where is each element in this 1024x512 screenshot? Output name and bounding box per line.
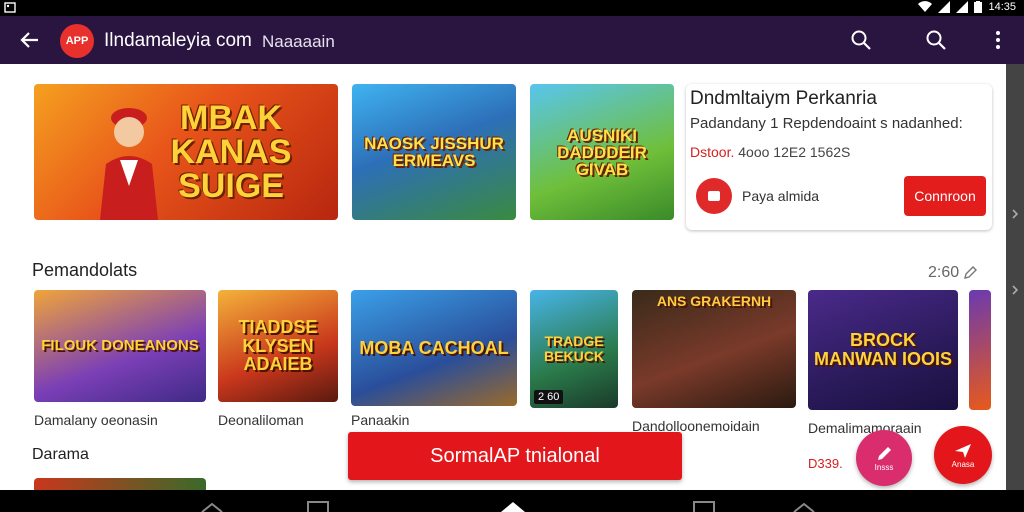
pencil-icon [878,446,891,460]
game-tile-label: Deonaliloman [218,412,304,428]
connect-button[interactable]: Connroon [904,176,986,216]
chevron-right-icon[interactable] [1009,208,1021,220]
featured-banner-2-title: NAOSK JISSHUR ERMEAVS [364,134,504,170]
info-card-title: Dndmltaiym Perkanria [690,88,877,109]
featured-banner-3[interactable]: AUSNIKI DADDDEIR GIVAB [530,84,674,220]
fab-primary-label: Anasa [951,459,975,469]
nav-back-icon[interactable] [200,500,224,512]
signal-icon [938,1,951,13]
featured-banner-1[interactable]: MBAK KANAS SUIGE [34,84,338,220]
app-logo: APP [60,24,94,58]
section-meta-value: 2:60 [928,264,960,281]
game-tile-art-title: FILOUK DONEANONS [41,337,199,355]
tile-badge: 2 60 [534,390,564,404]
search-icon[interactable] [849,28,873,52]
nav-recents-icon[interactable] [306,500,330,512]
main-content: MBAK KANAS SUIGE NAOSK JISSHUR ERMEAVS A… [0,64,1024,490]
info-meta-label: Dstoor. [690,144,735,160]
hero-character-illustration [100,108,158,220]
chevron-right-icon[interactable] [1009,284,1021,296]
info-card-meta: Dstoor. 4ooo 12E2 1562S [690,144,850,160]
primary-cta-button[interactable]: SormalАP tnialonal [348,432,682,480]
info-meta-value: 4ooo 12E2 1562S [738,144,851,160]
info-card-description: Padandany 1 Repdendoaint s nadanhed: [690,115,963,132]
more-vert-icon[interactable] [986,28,1010,52]
game-tile-art-title: BROCK MANWAN IOOIS [814,330,952,369]
game-tile[interactable]: TRADGE BEKUCK 2 60 [530,290,618,408]
system-nav-bar [0,490,1024,512]
game-tile[interactable]: MOBA CACHOAL [351,290,517,406]
game-tile-art-title: ANS GRAKERNH [656,293,772,309]
fab-primary[interactable]: Anasa [934,426,992,484]
game-tile-label: Damalany oeonasin [34,412,158,428]
side-edge-panel [1006,64,1024,490]
notification-icon [4,2,16,13]
search-icon-secondary[interactable] [924,28,948,52]
featured-banner-2[interactable]: NAOSK JISSHUR ERMEAVS [352,84,516,220]
battery-icon [974,1,983,13]
section-title-2: Darama [32,446,89,463]
game-tile[interactable]: BROCK MANWAN IOOIS [808,290,958,410]
section-meta[interactable]: 2:60 [928,264,978,282]
app-bar: APP Ilndamaleyia com Naaaaain [0,16,1024,64]
publisher-name: Paya almida [742,188,820,204]
app-title: Ilndamaleyia com [104,30,252,51]
game-tile[interactable]: FILOUK DONEANONS [34,290,206,402]
back-arrow-icon[interactable] [18,28,42,52]
status-time: 14:35 [988,1,1016,13]
nav-recents-icon-2[interactable] [692,500,716,512]
game-tile[interactable]: TIADDSE KLYSEN ADAIEB [218,290,338,402]
featured-banner-3-title: AUSNIKI DADDDEIR GIVAB [557,125,647,179]
game-tile-art-title: MOBA CACHOAL [359,337,509,358]
nav-back-icon-2[interactable] [792,500,816,512]
game-tile-partial[interactable] [969,290,991,410]
fab-secondary-label: Insss [874,462,894,472]
game-tile-partial-bottom[interactable] [34,478,206,490]
app-subtitle: Naaaaain [262,32,335,51]
signal-icon-2 [956,1,969,13]
fab-secondary[interactable]: Insss [856,430,912,486]
game-tile-art-title: TIADDSE KLYSEN ADAIEB [238,316,318,375]
edit-icon [964,266,978,279]
price-label: D339. [808,456,843,471]
game-tile-label: Demalimamoraain [808,420,922,436]
nav-home-icon[interactable] [500,500,526,512]
game-tile-art-title: TRADGE BEKUCK [544,333,604,364]
game-tile[interactable]: ANS GRAKERNH [632,290,796,408]
status-bar: 14:35 [0,0,1024,16]
game-tile-label: Panaakin [351,412,410,428]
app-info-card: Dndmltaiym Perkanria Padandany 1 Repdend… [686,84,992,230]
section-title: Pemandolats [32,260,138,280]
send-icon [955,443,971,458]
wifi-icon [918,1,933,12]
publisher-icon [696,178,732,214]
